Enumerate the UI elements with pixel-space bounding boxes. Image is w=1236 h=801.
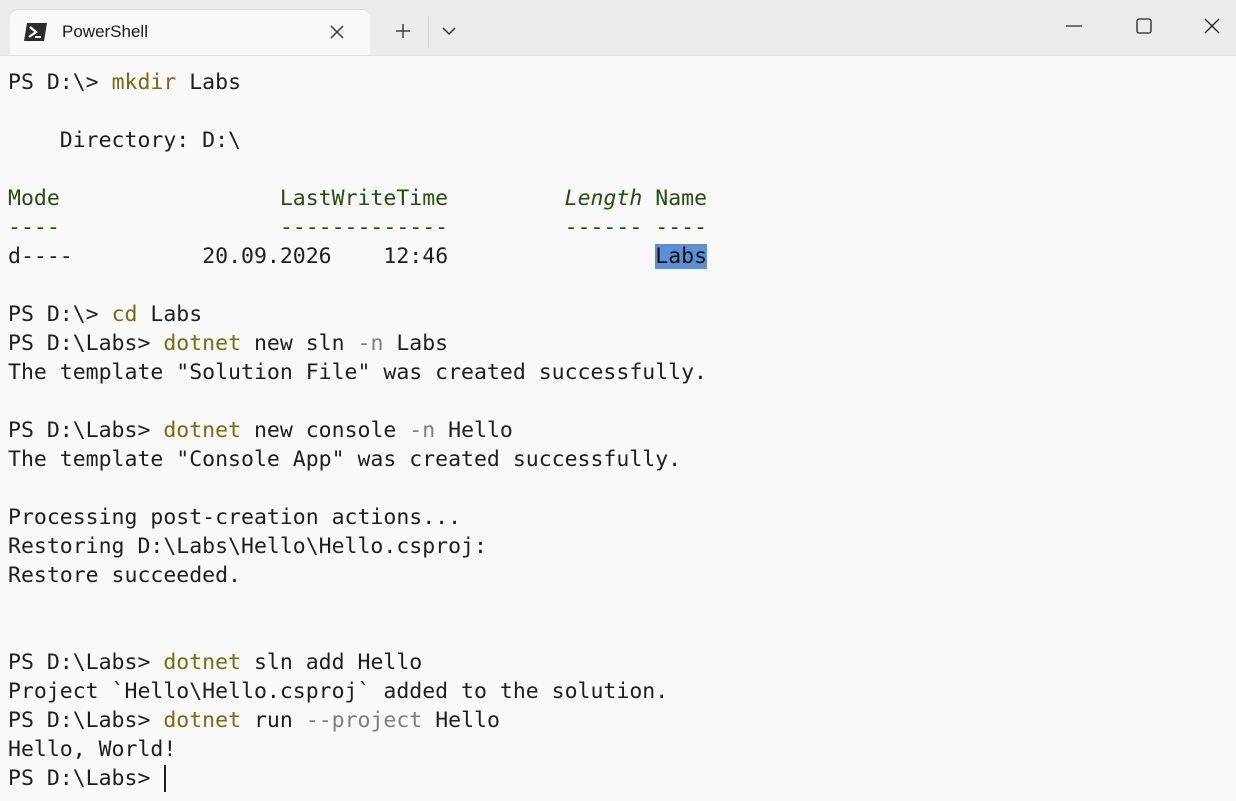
arguments: run <box>241 708 306 733</box>
powershell-icon <box>24 22 48 42</box>
terminal-line: Project `Hello\Hello.csproj` added to th… <box>8 679 669 704</box>
current-prompt-line[interactable]: PS D:\Labs> <box>8 764 163 793</box>
arguments: Labs <box>137 302 203 327</box>
arguments: Hello <box>435 418 513 443</box>
parameter: -n <box>357 331 384 356</box>
close-icon <box>330 25 344 39</box>
command: dotnet <box>163 650 242 675</box>
parameter: --project <box>305 708 423 733</box>
new-tab-button[interactable] <box>380 12 426 50</box>
maximize-button[interactable] <box>1110 0 1178 52</box>
terminal-line: The template "Solution File" was created… <box>8 360 707 385</box>
command: dotnet <box>163 708 242 733</box>
tab-powershell[interactable]: PowerShell <box>10 10 370 55</box>
command: mkdir <box>111 70 177 95</box>
cell-name-selected[interactable]: Labs <box>655 244 708 269</box>
arguments: sln add Hello <box>241 650 423 675</box>
text-cursor <box>164 765 166 792</box>
minimize-icon <box>1066 25 1082 27</box>
command: cd <box>111 302 138 327</box>
arguments: Labs <box>176 70 242 95</box>
close-window-button[interactable] <box>1178 0 1236 52</box>
parameter: -n <box>409 418 436 443</box>
plus-icon <box>396 24 410 38</box>
terminal-window: PowerShell PS D:\> mkdir Labs Directory:… <box>0 0 1236 801</box>
arguments: new sln <box>241 331 358 356</box>
command: dotnet <box>163 418 242 443</box>
column-header-length: Length <box>564 186 643 211</box>
cell-date: 20.09.2026 <box>202 244 332 269</box>
table-row: d---- 20.09.2026 12:46 Labs <box>8 242 708 271</box>
arguments: new console <box>241 418 410 443</box>
chevron-down-icon <box>442 27 456 36</box>
tab-dropdown-button[interactable] <box>430 12 468 50</box>
maximize-icon <box>1136 18 1152 34</box>
cell-mode: d---- <box>8 244 73 269</box>
prompt: PS D:\Labs> <box>8 708 164 733</box>
terminal-line: Restore succeeded. <box>8 563 241 588</box>
arguments: Labs <box>383 331 449 356</box>
table-header-row: Mode LastWriteTime Length Name <box>8 184 707 213</box>
table-header-underline: ---- ------------- ------ ---- <box>8 215 707 240</box>
prompt: PS D:\Labs> <box>8 766 164 791</box>
cell-time: 12:46 <box>383 244 449 269</box>
minimize-button[interactable] <box>1040 0 1108 52</box>
terminal-line: PS D:\> cd Labs <box>8 300 202 329</box>
column-header-name: Name <box>655 186 708 211</box>
terminal-line: PS D:\Labs> dotnet new console -n Hello <box>8 416 513 445</box>
terminal-line: Processing post-creation actions... <box>8 505 462 530</box>
terminal-output[interactable]: PS D:\> mkdir Labs Directory: D:\ Mode L… <box>0 56 1236 801</box>
terminal-line: The template "Console App" was created s… <box>8 447 682 472</box>
tab-separator <box>428 16 429 48</box>
prompt: PS D:\Labs> <box>8 331 164 356</box>
terminal-line: PS D:\Labs> dotnet sln add Hello <box>8 648 422 677</box>
prompt: PS D:\> <box>8 302 112 327</box>
command: dotnet <box>163 331 242 356</box>
close-icon <box>1204 18 1220 34</box>
prompt: PS D:\Labs> <box>8 650 164 675</box>
tab-title: PowerShell <box>62 22 148 41</box>
prompt: PS D:\Labs> <box>8 418 164 443</box>
title-bar: PowerShell <box>0 0 1236 56</box>
arguments: Hello <box>422 708 500 733</box>
terminal-line: Restoring D:\Labs\Hello\Hello.csproj: <box>8 534 487 559</box>
prompt: PS D:\> <box>8 70 112 95</box>
column-header-mode: Mode <box>8 186 60 211</box>
close-tab-button[interactable] <box>326 21 348 43</box>
terminal-line: Directory: D:\ <box>8 128 241 153</box>
terminal-line: Hello, World! <box>8 737 177 762</box>
terminal-line: PS D:\> mkdir Labs <box>8 68 241 97</box>
terminal-line: PS D:\Labs> dotnet run --project Hello <box>8 706 500 735</box>
column-header-lastwritetime: LastWriteTime <box>279 186 449 211</box>
terminal-line: PS D:\Labs> dotnet new sln -n Labs <box>8 329 448 358</box>
